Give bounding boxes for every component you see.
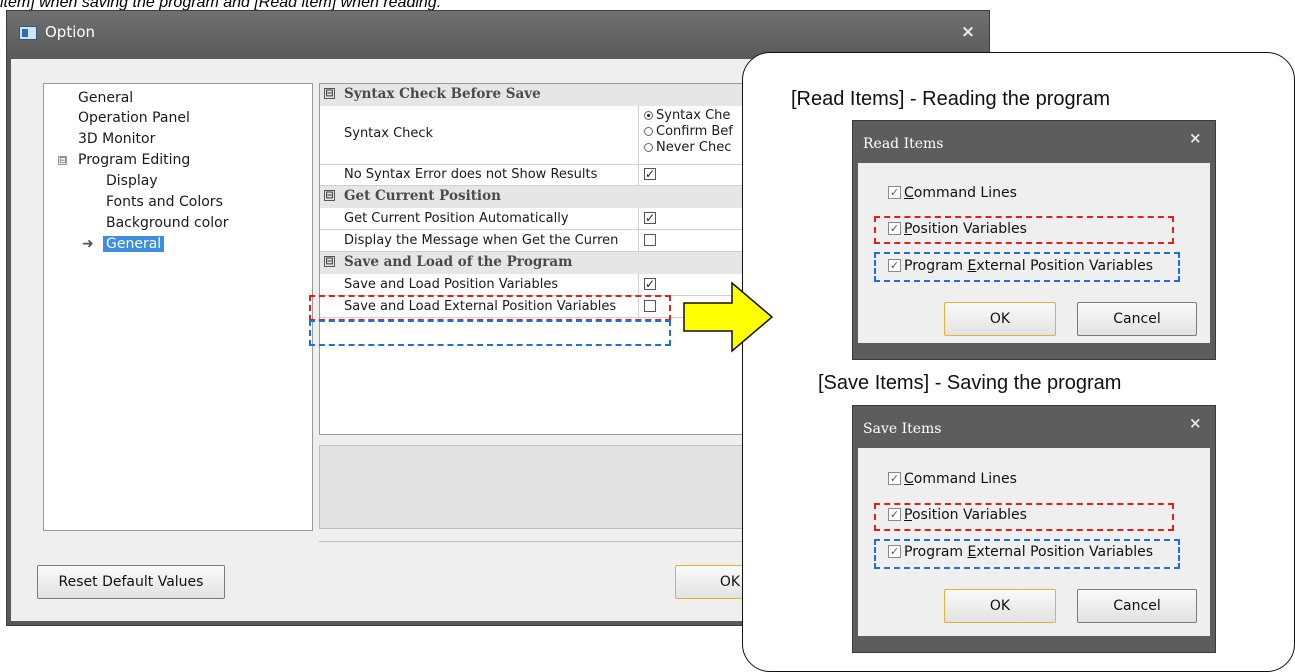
arrow-right-icon xyxy=(683,281,774,353)
save-ok-button[interactable]: OK xyxy=(944,589,1056,623)
checkbox-save-load-position[interactable]: ✓ xyxy=(644,278,656,290)
access-key: C xyxy=(904,185,914,201)
row-label: No Syntax Error does not Show Results xyxy=(344,167,598,182)
checkbox-no-syntax-error[interactable]: ✓ xyxy=(644,168,656,180)
radio-never-check[interactable]: Never Chec xyxy=(644,140,731,155)
row-no-syntax-error: No Syntax Error does not Show Results ✓ xyxy=(320,164,768,186)
checkbox-icon[interactable]: ✓ xyxy=(888,185,901,199)
row-display-message: Display the Message when Get the Curren xyxy=(320,230,768,252)
category-label: Get Current Position xyxy=(344,188,501,204)
checkbox-command-lines[interactable]: ✓ Command Lines xyxy=(888,185,1017,201)
read-items-heading: [Read Items] - Reading the program xyxy=(791,88,1111,110)
read-cancel-button[interactable]: Cancel xyxy=(1077,302,1197,336)
checkbox-get-position-auto[interactable]: ✓ xyxy=(644,212,656,224)
row-get-position-auto: Get Current Position Automatically ✓ xyxy=(320,208,768,230)
radio-label: Syntax Che xyxy=(656,108,731,123)
category-save-load[interactable]: ⊟ Save and Load of the Program xyxy=(320,252,768,274)
row-label: Get Current Position Automatically xyxy=(344,211,569,226)
checkbox-display-message[interactable] xyxy=(644,234,656,246)
blue-highlight-save-external-variables xyxy=(874,539,1180,569)
save-items-heading: [Save Items] - Saving the program xyxy=(818,372,1122,394)
collapse-icon[interactable]: ⊟ xyxy=(324,256,335,267)
checkbox-command-lines[interactable]: ✓ Command Lines xyxy=(888,471,1017,487)
item-text: ommand Lines xyxy=(913,185,1017,201)
tree-item-display[interactable]: Display xyxy=(106,173,158,189)
access-key: C xyxy=(904,471,914,487)
red-highlight-save-load-position xyxy=(309,295,671,321)
row-separator xyxy=(638,164,639,185)
save-dialog-title: Save Items xyxy=(863,421,942,437)
row-separator xyxy=(638,208,639,229)
tree-item-fonts-and-colors[interactable]: Fonts and Colors xyxy=(106,194,223,210)
option-window-title: Option xyxy=(45,23,96,41)
radio-label: Confirm Bef xyxy=(656,124,733,139)
item-text: ommand Lines xyxy=(913,471,1017,487)
category-syntax-check[interactable]: ⊟ Syntax Check Before Save xyxy=(320,84,768,106)
description-panel xyxy=(319,445,769,529)
radio-icon[interactable] xyxy=(644,143,653,152)
collapse-icon[interactable]: ⊟ xyxy=(324,190,335,201)
category-label: Syntax Check Before Save xyxy=(344,86,541,102)
tree-item-3d-monitor[interactable]: 3D Monitor xyxy=(78,131,155,147)
radio-label: Never Chec xyxy=(656,140,732,155)
divider xyxy=(319,541,769,542)
tree-item-operation-panel[interactable]: Operation Panel xyxy=(78,110,190,126)
row-label: Syntax Check xyxy=(344,126,434,141)
row-syntax-check: Syntax Check Syntax Che Confirm Bef Neve… xyxy=(320,106,768,165)
reset-default-button[interactable]: Reset Default Values xyxy=(37,565,225,599)
blue-highlight-read-external-variables xyxy=(874,252,1180,282)
row-separator xyxy=(638,230,639,251)
radio-syntax-check[interactable]: Syntax Che xyxy=(644,108,730,123)
save-cancel-button[interactable]: Cancel xyxy=(1077,589,1197,623)
window-app-icon xyxy=(19,26,37,40)
row-label: Display the Message when Get the Curren xyxy=(344,233,619,248)
tree-collapse-icon[interactable]: ⊟ xyxy=(58,156,67,166)
checkbox-icon[interactable]: ✓ xyxy=(888,471,901,485)
collapse-icon[interactable]: ⊟ xyxy=(324,88,335,99)
selected-arrow-icon: ➜ xyxy=(82,236,94,252)
options-tree: General Operation Panel 3D Monitor ⊟ Pro… xyxy=(43,83,313,531)
read-dialog-title-bar: Read Items × xyxy=(853,121,1215,165)
read-dialog-title: Read Items xyxy=(863,136,944,152)
close-icon[interactable]: × xyxy=(957,21,979,43)
category-label: Save and Load of the Program xyxy=(344,254,573,270)
red-highlight-save-position-variables xyxy=(874,503,1174,531)
row-separator xyxy=(638,106,639,164)
read-ok-button[interactable]: OK xyxy=(944,302,1056,336)
tree-item-general[interactable]: General xyxy=(78,90,133,106)
radio-selected-icon[interactable] xyxy=(644,111,653,120)
close-icon[interactable]: × xyxy=(1189,414,1202,432)
blue-highlight-save-load-external xyxy=(309,320,671,346)
radio-confirm-before[interactable]: Confirm Bef xyxy=(644,124,733,139)
red-highlight-read-position-variables xyxy=(874,216,1174,244)
tree-item-general-selected[interactable]: General xyxy=(103,236,165,252)
tree-item-program-editing[interactable]: Program Editing xyxy=(78,152,190,168)
property-grid: ⊟ Syntax Check Before Save Syntax Check … xyxy=(319,83,769,435)
radio-icon[interactable] xyxy=(644,127,653,136)
close-icon[interactable]: × xyxy=(1189,129,1202,147)
row-separator xyxy=(638,274,639,295)
tree-item-background-color[interactable]: Background color xyxy=(106,215,228,231)
save-dialog-title-bar: Save Items × xyxy=(853,406,1215,450)
category-get-current-position[interactable]: ⊟ Get Current Position xyxy=(320,186,768,208)
row-label: Save and Load Position Variables xyxy=(344,277,559,292)
